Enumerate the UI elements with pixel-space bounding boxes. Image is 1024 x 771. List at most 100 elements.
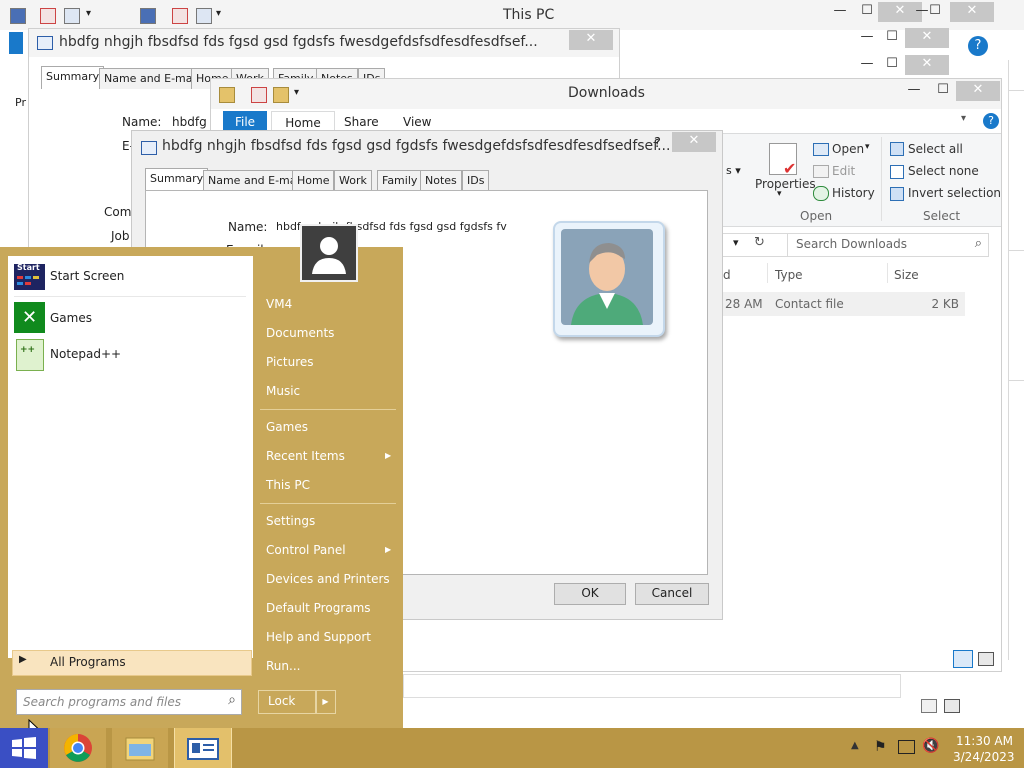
sm-item-help-support[interactable]: Help and Support xyxy=(266,630,371,644)
window-strip xyxy=(403,674,901,698)
tab-name-email[interactable]: Name and E-mail xyxy=(99,68,204,89)
clock-time[interactable]: 11:30 AM xyxy=(956,734,1013,748)
properties-icon-dl[interactable] xyxy=(251,87,267,103)
address-dropdown-icon[interactable]: ▾ xyxy=(733,236,739,249)
col-size-header[interactable]: Size xyxy=(894,268,919,282)
sm-item-settings[interactable]: Settings xyxy=(266,514,315,528)
sm-item-recent-items[interactable]: Recent Items xyxy=(266,449,345,463)
ribbon-more-icon[interactable]: s ▾ xyxy=(726,164,741,177)
col-type-header[interactable]: Type xyxy=(775,268,803,282)
qat-dropdown-icon-dl[interactable]: ▾ xyxy=(294,87,299,98)
front-close-button[interactable]: ✕ xyxy=(672,132,716,152)
lock-label: Lock xyxy=(268,694,296,708)
tab-summary[interactable]: Summary xyxy=(41,66,105,89)
close-button-2[interactable]: ✕ xyxy=(950,2,994,22)
contact-back-close-button[interactable]: ✕ xyxy=(569,30,613,50)
folder-icon[interactable] xyxy=(219,87,235,103)
cancel-button[interactable]: Cancel xyxy=(635,583,709,605)
sm-item-vm4[interactable]: VM4 xyxy=(266,297,292,311)
games-item[interactable]: ✕ Games xyxy=(14,302,246,334)
select-all-label[interactable]: Select all xyxy=(908,142,963,156)
show-hidden-icons-button[interactable]: ▲ xyxy=(851,740,859,751)
front-tab-ids[interactable]: IDs xyxy=(462,170,490,191)
start-search-box[interactable]: Search programs and files ⌕ xyxy=(16,689,242,715)
contact-photo xyxy=(561,229,653,325)
start-button[interactable] xyxy=(0,728,48,768)
ribbon-expand-icon[interactable]: ▾ xyxy=(961,113,966,124)
start-screen-item[interactable]: Start Start Screen xyxy=(14,263,246,290)
user-picture[interactable] xyxy=(300,224,358,282)
all-programs-button[interactable]: ▶ All Programs xyxy=(12,650,252,676)
properties-dropdown-icon[interactable]: ▾ xyxy=(777,189,782,199)
properties-icon[interactable] xyxy=(40,8,56,24)
open-dropdown-icon[interactable]: ▾ xyxy=(865,142,870,152)
contacts-taskbar-button[interactable] xyxy=(174,728,232,768)
sm-item-this-pc[interactable]: This PC xyxy=(266,478,310,492)
start-screen-icon: Start xyxy=(14,263,45,290)
chrome-taskbar-button[interactable] xyxy=(50,728,106,768)
new-folder-icon-dl[interactable] xyxy=(273,87,289,103)
sm-item-documents[interactable]: Documents xyxy=(266,326,334,340)
start-divider xyxy=(14,296,246,297)
new-folder-icon-2[interactable] xyxy=(196,8,212,24)
control-panel-arrow-icon: ▶ xyxy=(385,545,392,554)
ribbon-help-icon[interactable]: ? xyxy=(983,113,999,129)
maximize-button-2[interactable]: ☐ xyxy=(918,2,952,22)
sm-item-pictures[interactable]: Pictures xyxy=(266,355,314,369)
select-none-label[interactable]: Select none xyxy=(908,164,979,178)
dl-maximize-button[interactable]: ☐ xyxy=(926,81,960,101)
details-view-icon[interactable] xyxy=(953,650,973,668)
front-tab-notes[interactable]: Notes xyxy=(420,170,462,191)
refresh-icon[interactable]: ↻ xyxy=(754,235,765,250)
notepadpp-item[interactable]: ++ Notepad++ xyxy=(14,339,246,371)
sm-item-run[interactable]: Run... xyxy=(266,659,300,673)
ok-button[interactable]: OK xyxy=(554,583,626,605)
tab-share[interactable]: Share xyxy=(344,115,379,129)
help-icon[interactable]: ? xyxy=(968,36,988,56)
maximize-button-4[interactable]: ☐ xyxy=(875,55,909,75)
front-tab-summary[interactable]: Summary xyxy=(145,168,209,191)
properties-icon-2[interactable] xyxy=(172,8,188,24)
open-label[interactable]: Open xyxy=(832,142,864,156)
sm-item-default-programs[interactable]: Default Programs xyxy=(266,601,371,615)
col-divider xyxy=(767,263,768,283)
col-date-header[interactable]: d xyxy=(723,268,731,282)
volume-muted-icon[interactable]: 🔇 xyxy=(922,738,939,754)
front-tab-family[interactable]: Family xyxy=(377,170,423,191)
explorer-taskbar-button[interactable] xyxy=(112,728,168,768)
computer-icon[interactable] xyxy=(10,8,26,24)
qat-dropdown-icon[interactable]: ▾ xyxy=(86,8,91,19)
details-view-icon-3[interactable] xyxy=(921,699,937,713)
sm-item-music[interactable]: Music xyxy=(266,384,300,398)
large-icons-view-icon-3[interactable] xyxy=(944,699,960,713)
dl-close-button[interactable]: ✕ xyxy=(956,81,1000,101)
maximize-button-3[interactable]: ☐ xyxy=(875,28,909,48)
edit-label[interactable]: Edit xyxy=(832,164,855,178)
history-label[interactable]: History xyxy=(832,186,875,200)
large-icons-view-icon[interactable] xyxy=(978,652,994,666)
close-button-4[interactable]: ✕ xyxy=(905,55,949,75)
network-icon[interactable] xyxy=(898,740,915,754)
sm-item-control-panel[interactable]: Control Panel xyxy=(266,543,346,557)
grid-line xyxy=(1008,250,1024,251)
lock-button[interactable]: Lock xyxy=(258,690,317,714)
computer-icon-2[interactable] xyxy=(140,8,156,24)
back-name-label: Name: xyxy=(122,115,162,129)
close-button-3[interactable]: ✕ xyxy=(905,28,949,48)
action-center-flag-icon[interactable]: ⚑ xyxy=(874,739,887,755)
search-downloads-input[interactable]: Search Downloads ⌕ xyxy=(787,233,989,257)
new-folder-icon[interactable] xyxy=(64,8,80,24)
qat-dropdown-icon-2[interactable]: ▾ xyxy=(216,8,221,19)
clock-date[interactable]: 3/24/2023 xyxy=(953,750,1015,764)
properties-label[interactable]: Properties xyxy=(755,177,816,191)
ribbon-divider xyxy=(881,137,882,221)
front-tab-work[interactable]: Work xyxy=(334,170,372,191)
front-help-button[interactable]: ? xyxy=(654,136,661,151)
table-row[interactable]: 28 AM Contact file 2 KB xyxy=(711,292,965,316)
invert-selection-label[interactable]: Invert selection xyxy=(908,186,1001,200)
sm-item-devices-printers[interactable]: Devices and Printers xyxy=(266,572,390,586)
lock-options-button[interactable]: ▶ xyxy=(315,690,336,714)
front-tab-home[interactable]: Home xyxy=(292,170,335,191)
sm-item-games[interactable]: Games xyxy=(266,420,308,434)
tab-view[interactable]: View xyxy=(403,115,431,129)
